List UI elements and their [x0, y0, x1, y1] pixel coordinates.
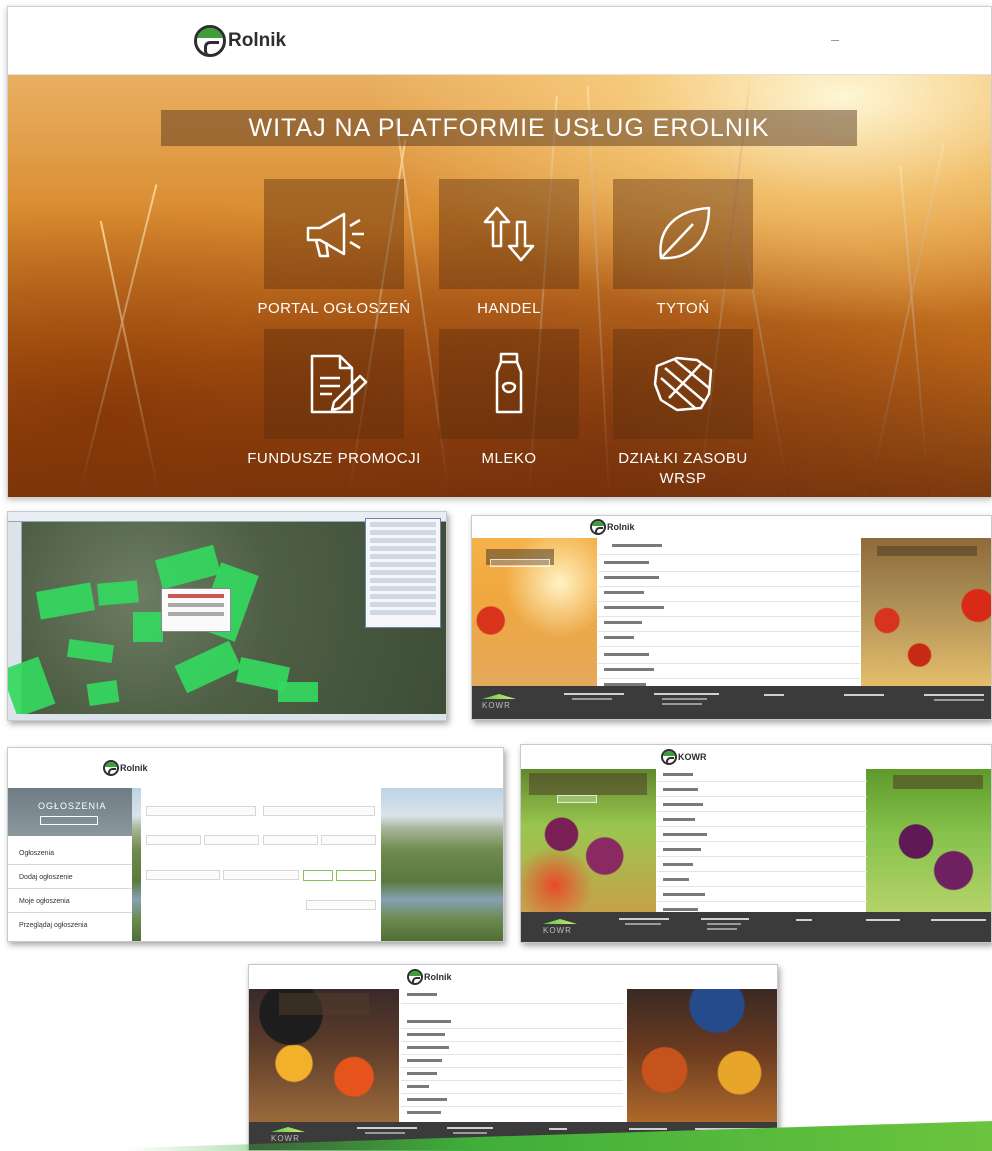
leaf-icon: [659, 206, 711, 260]
portal-header: KOWR: [521, 745, 991, 769]
jars-image-right: [627, 989, 777, 1124]
kowr-text: KOWR: [543, 926, 572, 935]
form-field[interactable]: [146, 870, 220, 880]
form-field[interactable]: [146, 835, 201, 845]
tile-tyton[interactable]: [613, 179, 753, 289]
milk-bottle-icon: [495, 352, 523, 414]
portal-footer: KOWR: [521, 912, 991, 942]
tile-mleko[interactable]: [439, 329, 579, 439]
hero-title: WITAJ NA PLATFORMIE USŁUG EROLNIK: [248, 113, 770, 142]
section-title-box: [529, 773, 647, 795]
form-field[interactable]: [146, 806, 256, 816]
section-title-box: [279, 993, 369, 1015]
poland-map-icon: [653, 356, 713, 412]
ad-sidebar-item[interactable]: Ogłoszenia: [19, 850, 54, 857]
form-field[interactable]: [306, 900, 376, 910]
logo-text: Rolnik: [424, 972, 452, 982]
section-button[interactable]: [490, 559, 550, 567]
kowr-logo[interactable]: KOWR: [271, 1127, 305, 1145]
tile-label-portal[interactable]: PORTAL OGŁOSZEŃ: [244, 299, 424, 319]
ad-search-form: [141, 788, 381, 941]
tile-label-fundusze[interactable]: FUNDUSZE PROMOCJI: [244, 449, 424, 469]
tile-handel[interactable]: [439, 179, 579, 289]
portal-header: Rolnik: [8, 748, 503, 788]
parcel[interactable]: [35, 582, 96, 620]
map-context-menu[interactable]: [161, 588, 231, 632]
poppy-image-right: [861, 538, 991, 688]
kowr-text: KOWR: [271, 1134, 300, 1143]
poppy-screenshot: Rolnik KOWR: [471, 515, 992, 720]
map-screenshot: [7, 511, 447, 721]
erolnik-logo-icon: [103, 760, 119, 776]
form-field[interactable]: [223, 870, 299, 880]
menu-dash[interactable]: [831, 40, 839, 41]
erolnik-logo-icon: [194, 25, 226, 57]
grapes-screenshot: KOWR KOWR: [520, 744, 992, 943]
kowr-logo[interactable]: KOWR: [482, 694, 516, 712]
kowr-logo[interactable]: KOWR: [661, 749, 707, 765]
erolnik-logo-icon: [661, 749, 677, 765]
portal-footer: KOWR: [472, 686, 991, 719]
erolnik-logo[interactable]: Rolnik: [590, 519, 635, 535]
section-title-box: [893, 775, 983, 789]
logo-text: Rolnik: [228, 30, 287, 51]
tile-label-handel[interactable]: HANDEL: [419, 299, 599, 319]
map-statusbar: [8, 714, 446, 720]
ad-sidebar-title: OGŁOSZENIA: [38, 801, 107, 811]
hero-header: Rolnik: [8, 7, 991, 75]
parcel[interactable]: [174, 640, 242, 694]
form-button[interactable]: [303, 870, 333, 881]
tile-portal-ogloszen[interactable]: [264, 179, 404, 289]
ad-sidebar-button[interactable]: [40, 816, 98, 825]
form-field[interactable]: [204, 835, 259, 845]
ad-sidebar-item[interactable]: Przeglądaj ogłoszenia: [19, 922, 88, 929]
parcel[interactable]: [97, 580, 139, 606]
kowr-text: KOWR: [482, 701, 511, 710]
map-layers-panel[interactable]: [365, 518, 441, 628]
ad-sidebar-item[interactable]: Moje ogłoszenia: [19, 898, 70, 905]
portal-header: Rolnik: [472, 516, 991, 538]
form-button[interactable]: [336, 870, 376, 881]
kowr-logo[interactable]: KOWR: [543, 919, 577, 937]
logo-text: KOWR: [678, 752, 707, 762]
erolnik-logo[interactable]: Rolnik: [407, 969, 452, 985]
arrows-up-down-icon: [483, 206, 535, 262]
form-field[interactable]: [263, 835, 318, 845]
parcel[interactable]: [278, 682, 318, 702]
megaphone-icon: [306, 212, 364, 258]
parcel[interactable]: [66, 638, 115, 664]
ad-sidebar-header: OGŁOSZENIA: [8, 788, 132, 836]
parcel[interactable]: [133, 612, 163, 642]
tile-dzialki-zasobu-wrsp[interactable]: [613, 329, 753, 439]
tile-label-mleko[interactable]: MLEKO: [419, 449, 599, 469]
erolnik-logo-icon: [407, 969, 423, 985]
hero-title-bar: WITAJ NA PLATFORMIE USŁUG EROLNIK: [161, 110, 857, 146]
tile-label-dzialki[interactable]: DZIAŁKI ZASOBU WRSP: [593, 449, 773, 489]
form-field[interactable]: [321, 835, 376, 845]
tile-label-tyton[interactable]: TYTOŃ: [593, 299, 773, 319]
parcel[interactable]: [86, 680, 120, 706]
section-button[interactable]: [557, 795, 597, 803]
parcel[interactable]: [155, 544, 221, 590]
erolnik-logo[interactable]: Rolnik: [194, 25, 286, 57]
logo-text: Rolnik: [120, 763, 148, 773]
jars-screenshot: Rolnik KOWR: [248, 964, 778, 1151]
erolnik-logo-icon: [590, 519, 606, 535]
portal-header: Rolnik: [249, 965, 777, 989]
grapes-image-right: [866, 769, 991, 914]
tile-fundusze-promocji[interactable]: [264, 329, 404, 439]
parcel[interactable]: [8, 656, 56, 718]
ad-sidebar: OGŁOSZENIA Ogłoszenia Dodaj ogłoszenie M…: [8, 788, 132, 941]
erolnik-logo[interactable]: Rolnik: [103, 760, 148, 776]
form-field[interactable]: [263, 806, 375, 816]
document-pen-icon: [310, 354, 368, 414]
logo-text: Rolnik: [607, 522, 635, 532]
ad-sidebar-item[interactable]: Dodaj ogłoszenie: [19, 874, 73, 881]
adform-screenshot: Rolnik OGŁOSZENIA Ogłoszenia Dodaj ogłos…: [7, 747, 504, 942]
section-title-box: [877, 546, 977, 556]
hero-screenshot: Rolnik WITAJ NA PLATFORMIE USŁUG EROLNIK…: [7, 6, 992, 498]
